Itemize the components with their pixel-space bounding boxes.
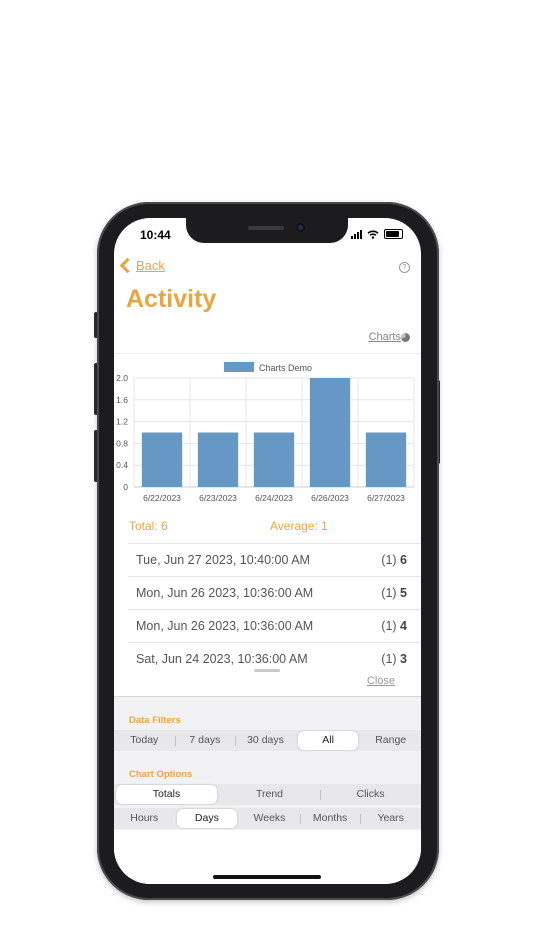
notch: [186, 218, 348, 243]
mode-trend[interactable]: Trend: [219, 785, 320, 804]
x-tick-label: 6/24/2023: [255, 493, 293, 503]
filter-30-days[interactable]: 30 days: [235, 731, 296, 750]
average-label: Average: 1: [270, 519, 328, 533]
bar: [309, 378, 351, 487]
back-label: Back: [136, 258, 165, 273]
battery-icon: [384, 229, 403, 239]
entry-date: Tue, Jun 27 2023, 10:40:00 AM: [136, 553, 310, 567]
x-tick-label: 6/27/2023: [367, 493, 405, 503]
data-filters-title: Data Filters: [129, 715, 181, 726]
home-indicator[interactable]: [213, 875, 321, 879]
entry-count: (1) 6: [381, 553, 407, 567]
close-button[interactable]: Close: [367, 675, 395, 687]
x-tick-label: 6/23/2023: [199, 493, 237, 503]
total-label: Total: 6: [129, 519, 168, 533]
y-tick-label: 1.2: [116, 417, 128, 427]
page-title: Activity: [126, 285, 217, 313]
entry-count: (1) 3: [381, 652, 407, 666]
legend-label: Charts Demo: [259, 363, 312, 373]
speaker: [248, 226, 284, 230]
chart-mode-control: Totals Trend Clicks: [114, 784, 421, 805]
x-tick-label: 6/26/2023: [311, 493, 349, 503]
bar: [365, 432, 407, 487]
pie-chart-icon[interactable]: [401, 333, 410, 342]
chart-options-title: Chart Options: [129, 769, 193, 780]
period-days[interactable]: Days: [176, 809, 238, 828]
list-item[interactable]: Mon, Jun 26 2023, 10:36:00 AM (1) 4: [128, 609, 421, 642]
stage: 10:44 Back ? Activity Charts Charts Demo: [0, 0, 534, 950]
mode-clicks[interactable]: Clicks: [320, 785, 421, 804]
bar-chart-svg: Charts Demo 0 0.4 0.8 1.2 1.6 2.0 6/22/2023 6/23…: [116, 362, 415, 503]
entry-date: Mon, Jun 26 2023, 10:36:00 AM: [136, 619, 314, 633]
sheet-grabber[interactable]: [254, 669, 280, 672]
bar: [197, 432, 239, 487]
period-years[interactable]: Years: [360, 809, 421, 828]
y-tick-label: 2.0: [116, 373, 128, 383]
help-icon[interactable]: ?: [399, 262, 410, 273]
period-hours[interactable]: Hours: [114, 809, 175, 828]
y-tick-label: 0: [123, 482, 128, 492]
entry-date: Mon, Jun 26 2023, 10:36:00 AM: [136, 586, 314, 600]
entry-count: (1) 5: [381, 586, 407, 600]
y-tick-label: 0.4: [116, 460, 128, 470]
chevron-left-icon: [119, 257, 136, 274]
back-button[interactable]: Back: [119, 257, 165, 274]
filter-all[interactable]: All: [297, 731, 359, 750]
bar: [141, 432, 183, 487]
wifi-icon: [367, 230, 379, 239]
bar-chart: Charts Demo 0 0.4 0.8 1.2 1.6 2.0 6/22/2023 6/23…: [114, 353, 421, 512]
list-item[interactable]: Mon, Jun 26 2023, 10:36:00 AM (1) 5: [128, 576, 421, 609]
status-time: 10:44: [140, 228, 171, 242]
y-tick-label: 1.6: [116, 395, 128, 405]
list-item[interactable]: Tue, Jun 27 2023, 10:40:00 AM (1) 6: [128, 543, 421, 576]
filter-today[interactable]: Today: [114, 731, 175, 750]
status-icons: [351, 229, 403, 239]
chart-period-control: Hours Days Weeks Months Years: [114, 808, 421, 829]
phone-screen: 10:44 Back ? Activity Charts Charts Demo: [114, 218, 421, 884]
entry-count: (1) 4: [381, 619, 407, 633]
legend-swatch: [224, 362, 254, 372]
entry-date: Sat, Jun 24 2023, 10:36:00 AM: [136, 652, 308, 666]
entry-list: Tue, Jun 27 2023, 10:40:00 AM (1) 6 Mon,…: [128, 543, 421, 675]
period-months[interactable]: Months: [299, 809, 361, 828]
y-tick-label: 0.8: [116, 438, 128, 448]
bar: [253, 432, 295, 487]
filter-7-days[interactable]: 7 days: [174, 731, 236, 750]
x-tick-label: 6/22/2023: [143, 493, 181, 503]
camera: [296, 223, 305, 232]
charts-link[interactable]: Charts: [369, 331, 401, 343]
data-filter-control: Today 7 days 30 days All Range: [114, 730, 421, 751]
period-weeks[interactable]: Weeks: [239, 809, 300, 828]
mode-totals[interactable]: Totals: [116, 785, 217, 804]
filter-range[interactable]: Range: [360, 731, 421, 750]
signal-icon: [351, 229, 362, 239]
